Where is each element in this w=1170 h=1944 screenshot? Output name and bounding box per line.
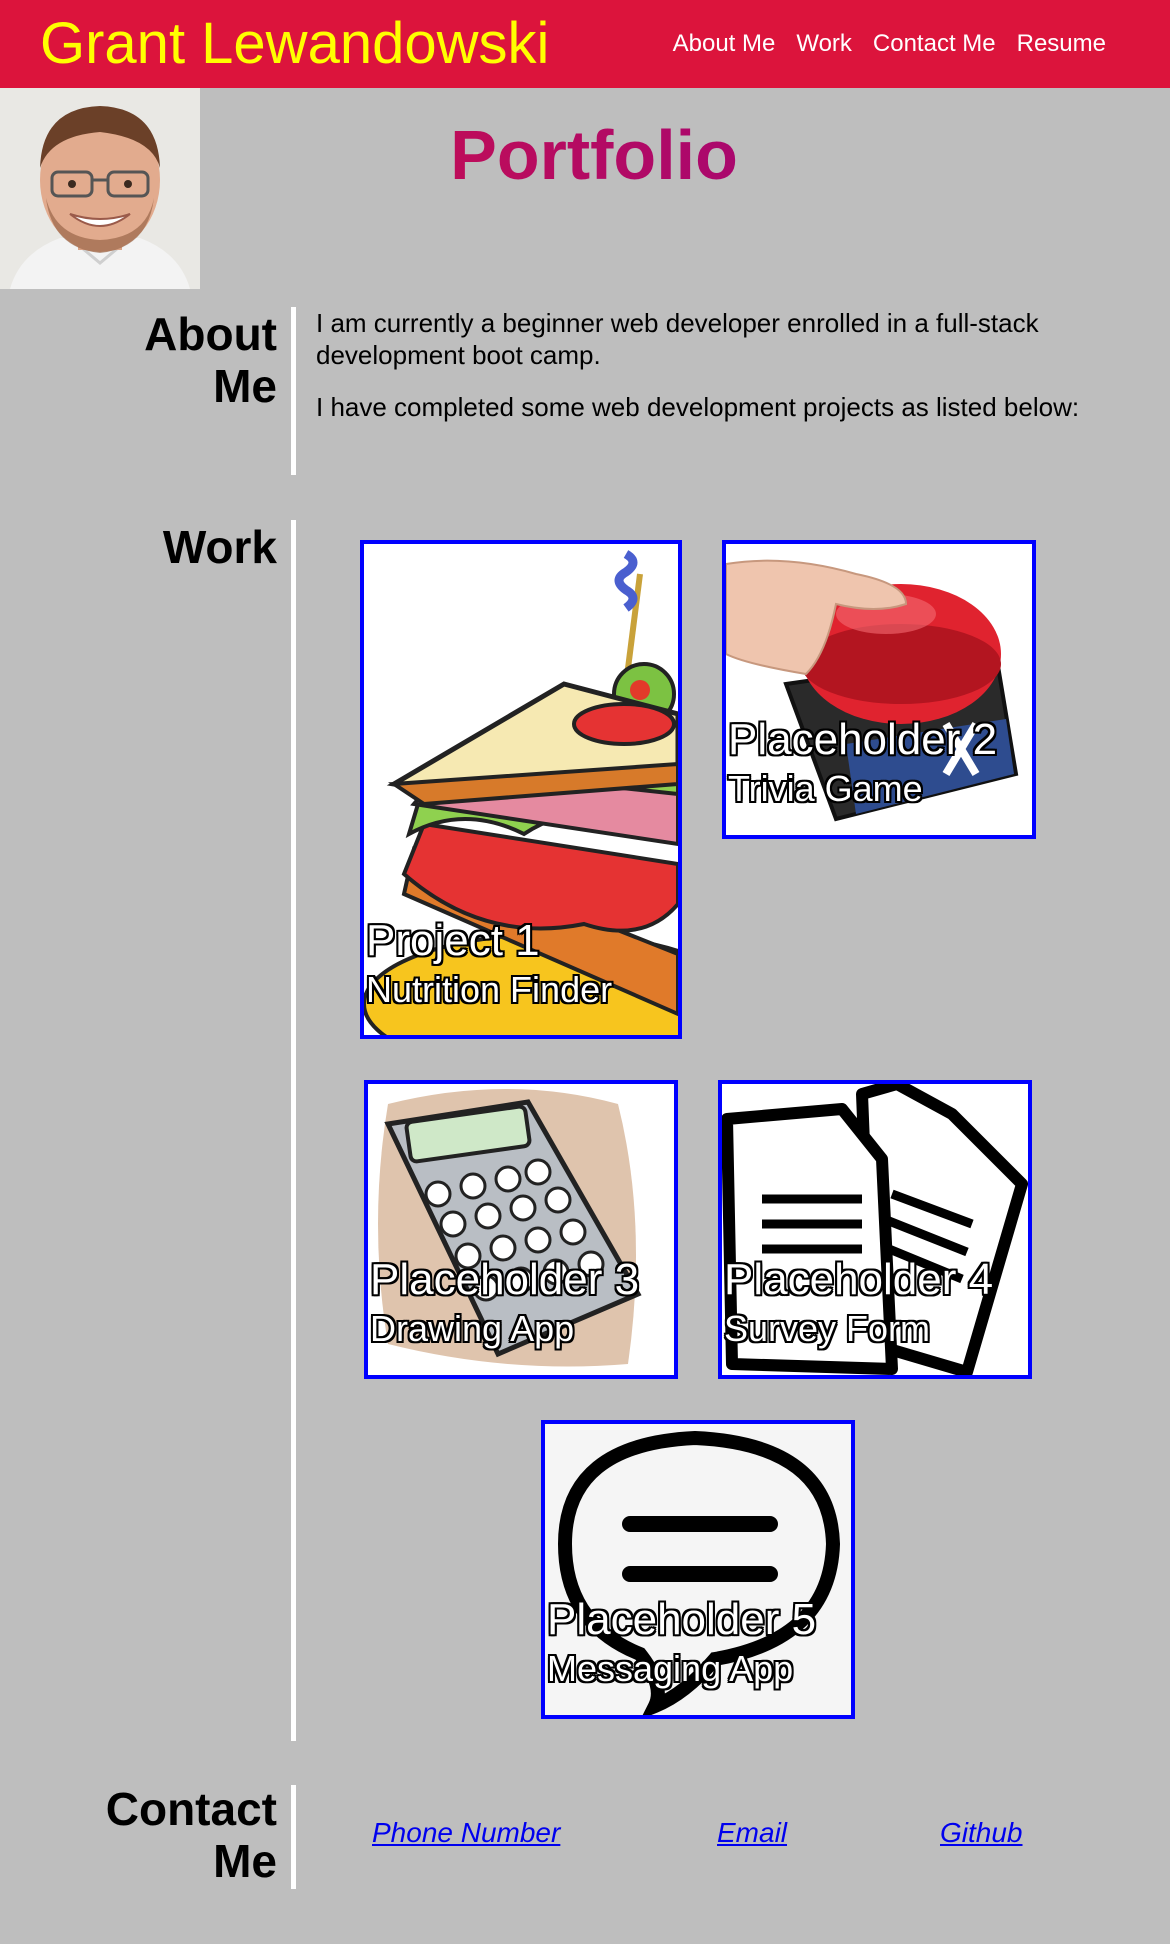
- phone-number-link[interactable]: Phone Number: [372, 1816, 560, 1850]
- project-5-subtitle: Messaging App: [547, 1648, 794, 1689]
- nav-contact-me[interactable]: Contact Me: [873, 27, 996, 61]
- about-me-heading-line2: Me: [213, 360, 277, 412]
- project-1-title: Project 1: [366, 916, 540, 965]
- main-nav: About Me Work Contact Me Resume: [673, 27, 1106, 61]
- project-3-title: Placeholder 3: [370, 1255, 640, 1304]
- work-divider: [291, 520, 296, 1741]
- project-2-title: Placeholder 2: [728, 715, 998, 764]
- contact-me-heading-line1: Contact: [105, 1783, 277, 1835]
- contact-me-heading-line2: Me: [213, 1835, 277, 1887]
- project-5-title: Placeholder 5: [547, 1595, 817, 1644]
- nav-resume[interactable]: Resume: [1017, 27, 1106, 61]
- about-paragraph-2: I have completed some web development pr…: [316, 392, 1080, 422]
- email-link[interactable]: Email: [717, 1816, 787, 1850]
- project-4-title: Placeholder 4: [724, 1255, 994, 1304]
- project-1-subtitle: Nutrition Finder: [366, 969, 613, 1010]
- project-2-subtitle: Trivia Game: [728, 768, 923, 809]
- work-heading: Work: [162, 521, 277, 573]
- site-name: Grant Lewandowski: [40, 11, 550, 76]
- github-link[interactable]: Github: [940, 1816, 1023, 1850]
- nav-about-me[interactable]: About Me: [673, 27, 776, 61]
- project-card-3[interactable]: Placeholder 3 Drawing App: [364, 1080, 678, 1379]
- project-card-4[interactable]: Placeholder 4 Survey Form: [718, 1080, 1032, 1379]
- nav-work[interactable]: Work: [796, 27, 852, 61]
- project-card-1[interactable]: Project 1 Nutrition Finder: [360, 540, 682, 1039]
- site-header: Grant Lewandowski About Me Work Contact …: [0, 0, 1170, 88]
- project-card-5[interactable]: Placeholder 5 Messaging App: [541, 1420, 855, 1719]
- contact-me-heading: Contact Me: [106, 1783, 277, 1887]
- about-me-heading: About Me: [144, 308, 277, 412]
- page-title: Portfolio: [0, 112, 1170, 198]
- project-3-subtitle: Drawing App: [370, 1308, 575, 1349]
- about-me-heading-line1: About: [144, 308, 277, 360]
- project-4-subtitle: Survey Form: [724, 1308, 931, 1349]
- about-divider: [291, 307, 296, 475]
- about-paragraph-1: I am currently a beginner web developer …: [316, 308, 1039, 370]
- contact-divider: [291, 1785, 296, 1889]
- project-card-2[interactable]: Placeholder 2 Trivia Game: [722, 540, 1036, 839]
